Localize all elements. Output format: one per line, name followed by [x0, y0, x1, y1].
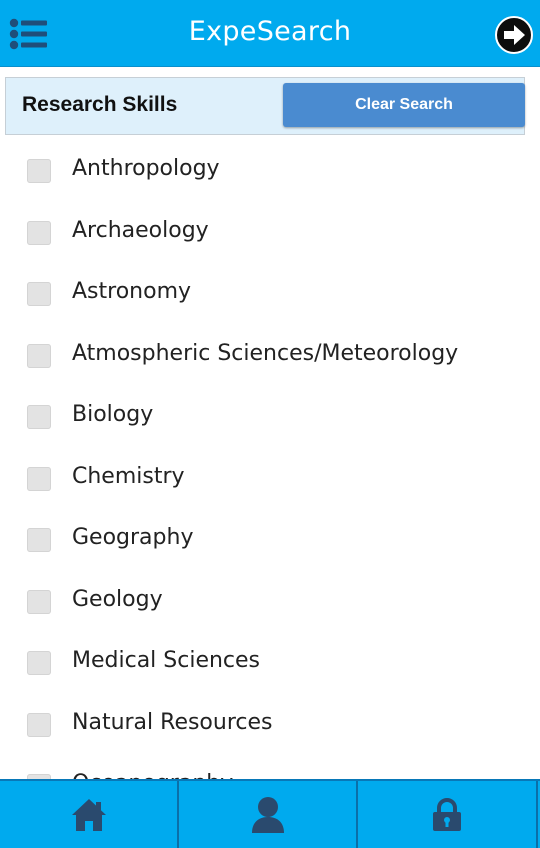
skill-checkbox[interactable]	[27, 712, 51, 737]
skill-label: Geology	[72, 586, 163, 612]
skill-item[interactable]: Chemistry	[0, 448, 540, 510]
nav-home-button[interactable]	[0, 781, 179, 848]
skill-label: Archaeology	[72, 217, 209, 243]
skill-checkbox[interactable]	[27, 651, 51, 675]
app-header: ExpeSearch	[0, 0, 540, 67]
skill-item[interactable]: Astronomy	[0, 263, 540, 325]
skill-item[interactable]: Anthropology	[0, 140, 540, 202]
app-title: ExpeSearch	[188, 16, 352, 47]
arrow-right-circle-icon[interactable]	[494, 15, 534, 55]
skill-item[interactable]: Geology	[0, 571, 540, 633]
nav-profile-button[interactable]	[179, 781, 358, 848]
skill-checkbox[interactable]	[27, 528, 51, 552]
skill-checkbox[interactable]	[27, 405, 51, 429]
home-icon	[71, 798, 106, 831]
skill-checkbox[interactable]	[27, 589, 51, 614]
skill-checkbox[interactable]	[27, 159, 51, 183]
skill-item[interactable]: Medical Sciences	[0, 632, 540, 694]
skill-item[interactable]: Atmospheric Sciences/Meteorology	[0, 325, 540, 387]
section-title: Research Skills	[22, 93, 178, 116]
section-header: Research Skills Clear Search	[5, 77, 525, 135]
skill-item[interactable]: Archaeology	[0, 202, 540, 264]
skill-label: Atmospheric Sciences/Meteorology	[72, 340, 459, 366]
skill-label: Chemistry	[72, 463, 185, 489]
skill-label: Astronomy	[72, 279, 192, 304]
skill-checkbox[interactable]	[27, 343, 51, 368]
skill-checkbox[interactable]	[27, 466, 51, 491]
skills-list: Anthropology Archaeology Astronomy Atmosphe…	[0, 140, 540, 780]
skill-item[interactable]: Geography	[0, 509, 540, 571]
skill-item[interactable]: Biology	[0, 386, 540, 448]
skill-label: Natural Resources	[72, 709, 273, 735]
clear-search-button[interactable]: Clear Search	[283, 83, 525, 127]
skill-item[interactable]: Natural Resources	[0, 694, 540, 756]
skill-checkbox[interactable]	[27, 282, 51, 306]
skill-label: Medical Sciences	[72, 648, 261, 673]
lock-icon	[433, 797, 461, 831]
bottom-nav	[0, 779, 540, 848]
nav-lock-button[interactable]	[358, 781, 538, 848]
skill-item[interactable]: Oceanography	[0, 755, 540, 780]
skill-label: Anthropology	[72, 156, 220, 181]
skill-label: Geography	[72, 525, 194, 550]
user-icon	[251, 796, 284, 833]
skill-checkbox[interactable]	[27, 220, 51, 245]
skill-label: Biology	[72, 402, 154, 427]
